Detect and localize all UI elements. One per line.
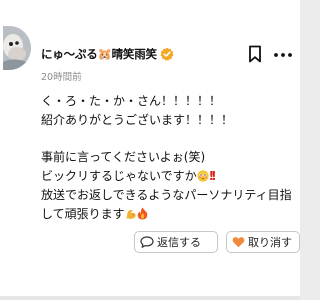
post-line: 事前に言ってくださいよぉ(笑): [41, 150, 206, 164]
fire-emoji-icon: [137, 207, 148, 220]
post-line: 紹介ありがとうございます！！！！: [41, 113, 234, 127]
post-line: く・ろ・た・か・さん！！！！！: [41, 94, 222, 108]
username[interactable]: にゅ〜ぷる🐹晴笑雨笑: [41, 46, 157, 62]
reply-bubble-icon: [140, 236, 154, 248]
post-actions: 返信する 取り消す: [134, 231, 300, 253]
post-line-with-emoji: して頑張ります: [41, 205, 296, 224]
heart-icon: [232, 236, 245, 248]
avatar[interactable]: [3, 26, 31, 70]
bookmark-icon[interactable]: [247, 45, 263, 63]
verified-badge-icon: [160, 47, 174, 61]
post-header: にゅ〜ぷる🐹晴笑雨笑: [41, 44, 174, 64]
post-card: にゅ〜ぷる🐹晴笑雨笑 20時間前 く・ろ・た・か・さん！！！！！ 紹介ありがとう…: [0, 0, 300, 296]
post-line-with-emoji: ビックリするじゃないですか!!: [41, 167, 296, 186]
post-line-text: ビックリするじゃないですか: [41, 169, 197, 183]
reply-button-label: 返信する: [157, 236, 201, 249]
post-line-text: して頑張ります: [41, 207, 125, 221]
more-options-icon[interactable]: [273, 46, 293, 64]
unlike-button-label: 取り消す: [248, 236, 292, 249]
flushed-face-emoji-icon: [197, 169, 209, 182]
flexed-biceps-emoji-icon: [125, 207, 137, 219]
reply-button[interactable]: 返信する: [134, 231, 218, 253]
post-body: く・ろ・た・か・さん！！！！！ 紹介ありがとうございます！！！！ 事前に言ってく…: [41, 92, 296, 224]
post-line: 放送でお返しできるようなパーソナリティ目指: [41, 188, 292, 202]
post-line-blank: [41, 130, 296, 148]
post-timestamp: 20時間前: [41, 72, 82, 83]
unlike-button[interactable]: 取り消す: [226, 231, 300, 253]
double-exclamation-emoji-icon: !!: [208, 169, 217, 183]
card-divider: [0, 296, 300, 300]
